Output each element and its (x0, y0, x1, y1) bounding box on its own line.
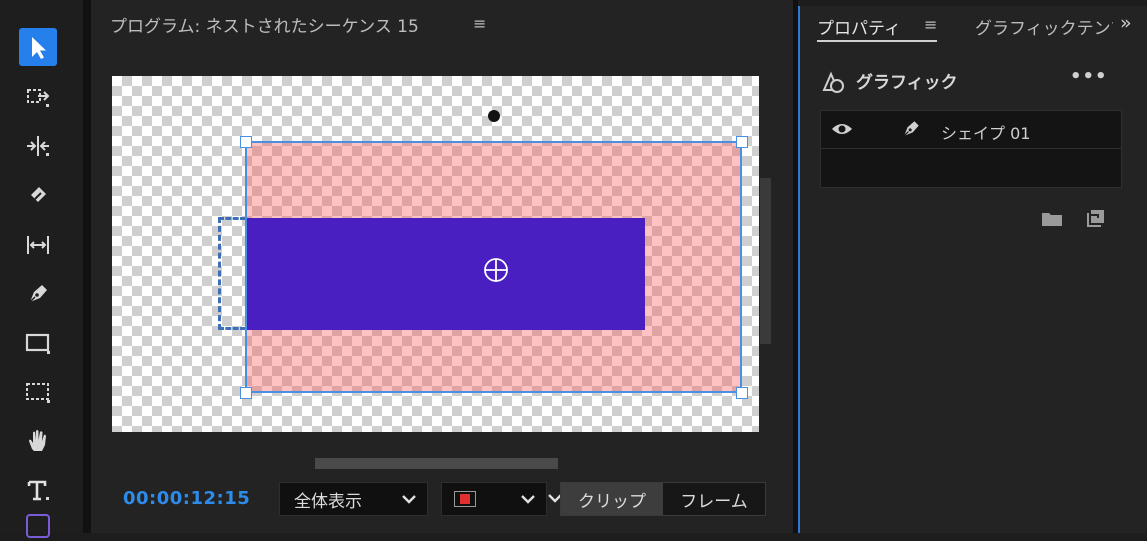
folder-icon[interactable] (1041, 209, 1063, 229)
chevron-down-icon (402, 495, 416, 504)
record-icon (454, 491, 476, 507)
program-title: プログラム: ネストされたシーケンス 15 (110, 17, 419, 37)
program-menu-icon[interactable]: ≡ (473, 14, 486, 33)
anchor-point-icon[interactable] (482, 256, 510, 284)
pen-icon (28, 285, 47, 304)
slip-icon (27, 236, 49, 254)
clip-toggle-button[interactable]: クリップ (561, 483, 663, 515)
program-monitor: プログラム: ネストされたシーケンス 15 ≡ 00:00:12:15 全体表示… (91, 0, 793, 533)
handle-top-right[interactable] (736, 136, 748, 148)
horizontal-scrollbar[interactable] (315, 458, 558, 469)
eye-icon[interactable] (831, 120, 853, 138)
track-select-tool[interactable] (19, 78, 57, 116)
playback-resolution-select[interactable] (441, 482, 547, 516)
new-layer-icon[interactable] (1086, 208, 1106, 228)
tab-graphics-template[interactable]: グラフィックテンプレート (975, 14, 1113, 39)
arrow-icon (32, 37, 46, 59)
graphic-icon (822, 71, 844, 93)
tools-panel (0, 0, 82, 538)
selection-tool[interactable] (19, 28, 57, 66)
properties-panel: プロパティ ≡ グラフィックテンプレート » グラフィック ••• シェイプ 0… (798, 6, 1147, 533)
more-options-icon[interactable]: ••• (1070, 66, 1108, 87)
layer-name: シェイプ 01 (941, 124, 1031, 143)
tool-overflow-icon (26, 514, 50, 538)
slip-tool[interactable] (19, 226, 57, 264)
rectangle-tool[interactable] (19, 324, 57, 362)
handle-bottom-right[interactable] (736, 387, 748, 399)
hand-icon (29, 430, 46, 451)
type-tool[interactable] (19, 471, 57, 509)
marquee-tool[interactable] (19, 373, 57, 411)
tab-menu-icon[interactable]: ≡ (924, 15, 937, 34)
zoom-level-value: 全体表示 (294, 491, 362, 512)
handle-top-left[interactable] (240, 136, 252, 148)
vertical-scrollbar[interactable] (760, 178, 771, 344)
zoom-level-select[interactable]: 全体表示 (279, 482, 428, 516)
playhead-timecode[interactable]: 00:00:12:15 (123, 488, 250, 509)
panel-divider[interactable] (83, 0, 91, 533)
handle-bottom-left[interactable] (240, 387, 252, 399)
type-icon (27, 480, 49, 501)
tab-overflow-icon[interactable]: » (1120, 12, 1132, 34)
active-tab-indicator (817, 40, 937, 42)
rotation-handle[interactable] (488, 110, 500, 122)
viewer-canvas[interactable] (112, 76, 759, 432)
marquee-icon (26, 383, 50, 403)
more-tools[interactable] (19, 514, 57, 538)
layer-list: シェイプ 01 (820, 110, 1122, 188)
ripple-edit-tool[interactable] (19, 127, 57, 165)
rectangle-icon (25, 333, 50, 354)
chevron-down-icon (521, 495, 535, 504)
hand-tool[interactable] (19, 422, 57, 460)
tab-properties[interactable]: プロパティ (817, 14, 901, 39)
ripple-icon (27, 136, 49, 156)
pen-icon (902, 121, 919, 138)
layer-row[interactable]: シェイプ 01 (821, 111, 1121, 149)
razor-icon (31, 187, 46, 202)
pen-tool[interactable] (19, 275, 57, 313)
clip-frame-toggle: クリップ フレーム (560, 482, 766, 516)
track-select-icon (27, 89, 50, 107)
frame-toggle-button[interactable]: フレーム (663, 483, 765, 515)
mask-outline (218, 217, 246, 330)
razor-tool[interactable] (19, 176, 57, 214)
section-title: グラフィック (856, 73, 958, 93)
